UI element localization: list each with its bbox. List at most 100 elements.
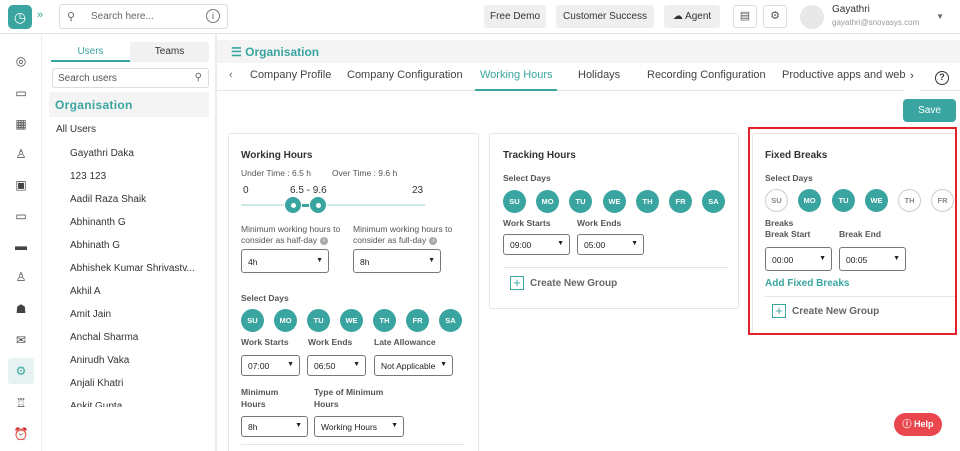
list-item[interactable]: Gayathri Daka [70,148,210,171]
global-search-input[interactable]: ⚲ Search here... i [59,4,228,29]
list-item[interactable]: Ankit Gupta [70,401,210,407]
under-time-label: Under Time : 6.5 h [241,168,311,178]
chevron-down-icon: ▼ [557,240,564,247]
day-toggle-sa[interactable]: SA [439,309,462,332]
full-day-select[interactable]: 8h ▼ [353,249,441,273]
menu-icon[interactable]: ☰ [231,45,242,59]
day-toggle-mo[interactable]: MO [536,190,559,213]
user-list: Gayathri Daka 123 123 Aadil Raza Shaik A… [70,148,210,407]
day-toggle-we[interactable]: WE [603,190,626,213]
day-toggle-mo[interactable]: MO [274,309,297,332]
day-toggle-tu[interactable]: TU [307,309,330,332]
customer-success-button[interactable]: Customer Success [556,5,654,28]
list-item[interactable]: Abhinanth G [70,217,210,240]
user-profile-menu[interactable]: Gayathri gayathri@snovasys.com ▼ [796,2,954,32]
half-day-value: 4h [248,257,258,267]
alarm-icon[interactable]: ⏰ [11,424,31,444]
work-starts-select[interactable]: 07:00 ▼ [241,355,300,376]
page-title-text: Organisation [245,45,320,59]
expand-sidebar-icon[interactable]: » [37,9,43,21]
briefcase-icon[interactable]: ▣ [11,175,31,195]
tab-recording-configuration[interactable]: Recording Configuration [647,69,766,81]
hours-slider-track[interactable] [241,204,425,206]
chevron-left-icon[interactable]: ‹ [229,69,233,81]
tab-holidays[interactable]: Holidays [578,69,620,81]
list-item[interactable]: Anchal Sharma [70,332,210,355]
type-minimum-hours-select[interactable]: Working Hours ▼ [314,416,404,437]
list-item[interactable]: Amit Jain [70,309,210,332]
day-toggle-th[interactable]: TH [373,309,396,332]
all-users-label[interactable]: All Users [56,124,96,135]
tab-working-hours[interactable]: Working Hours [480,69,553,81]
slider-handle-high[interactable] [308,196,327,214]
divider [503,267,729,268]
user-icon[interactable]: ♙ [11,144,31,164]
day-toggle-su[interactable]: SU [503,190,526,213]
mail-icon[interactable]: ✉ [11,330,31,350]
day-toggle-sa[interactable]: SA [702,190,725,213]
day-toggle-fr[interactable]: FR [406,309,429,332]
user-search-input[interactable]: Search users ⚲ [52,68,209,88]
card-icon[interactable]: ▬ [11,236,31,256]
minimum-hours-select[interactable]: 8h ▼ [241,416,308,437]
agent-button[interactable]: ☁ Agent [664,5,720,28]
create-new-group-link[interactable]: Create New Group [530,278,617,289]
top-bar: ◷ » ⚲ Search here... i Free Demo Custome… [0,0,960,34]
tracking-end-select[interactable]: 05:00 ▼ [577,234,644,255]
day-toggle-th[interactable]: TH [636,190,659,213]
info-icon[interactable]: i [206,9,220,23]
page-title: ☰ Organisation [231,45,319,59]
list-item[interactable]: Abhinath G [70,240,210,263]
day-toggle-tu[interactable]: TU [569,190,592,213]
slider-handle-low[interactable] [284,196,302,214]
select-days-label: Select Days [503,173,551,183]
app-logo-icon[interactable]: ◷ [8,5,32,29]
timesheet-icon[interactable]: ▭ [11,83,31,103]
free-demo-button[interactable]: Free Demo [484,5,546,28]
tab-company-configuration[interactable]: Company Configuration [347,69,463,81]
calendar-icon[interactable]: ▦ [11,114,31,134]
monitor-icon[interactable]: ▭ [11,206,31,226]
list-item[interactable]: Anirudh Vaka [70,355,210,378]
list-item[interactable]: Abhishek Kumar Shrivastv... [70,263,210,286]
full-day-label-text: Minimum working hours to consider as ful… [353,224,453,245]
late-allowance-select[interactable]: Not Applicable ▼ [374,355,453,376]
day-toggle-we[interactable]: WE [340,309,363,332]
tab-teams[interactable]: Teams [130,42,209,62]
day-toggle-su[interactable]: SU [241,309,264,332]
info-icon[interactable]: i [429,236,438,245]
team-icon[interactable]: ☗ [11,299,31,319]
list-item[interactable]: Aadil Raza Shaik [70,194,210,217]
panel-divider [215,34,217,451]
settings-icon[interactable]: ⚙ [8,358,34,384]
tracking-start-select[interactable]: 09:00 ▼ [503,234,570,255]
organisation-label: Organisation [55,98,133,112]
help-button[interactable]: ⓘ Help [894,413,942,436]
half-day-select[interactable]: 4h ▼ [241,249,329,273]
divider [241,444,464,445]
day-toggle-fr[interactable]: FR [669,190,692,213]
info-icon[interactable]: i [320,236,329,245]
document-icon[interactable]: ▤ [733,5,757,28]
dashboard-icon[interactable]: ◎ [11,51,31,71]
organisation-item[interactable]: Organisation [49,92,209,117]
settings-gear-icon[interactable]: ⚙ [763,5,787,28]
tracking-start-value: 09:00 [510,240,532,250]
users-panel: Users Teams Search users ⚲ Organisation … [43,34,215,451]
users-icon[interactable]: ♙ [11,267,31,287]
work-ends-label: Work Ends [308,337,353,347]
work-ends-select[interactable]: 06:50 ▼ [307,355,366,376]
chevron-right-icon[interactable]: › [905,63,919,91]
tab-users[interactable]: Users [51,42,130,62]
list-item[interactable]: Akhil A [70,286,210,309]
plus-icon[interactable]: + [510,276,524,290]
settings-tabs: ‹ Company Profile Company Configuration … [217,63,960,91]
save-button[interactable]: Save [903,99,956,122]
help-question-icon[interactable]: ? [935,71,949,85]
tracking-hours-title: Tracking Hours [503,150,576,161]
tab-productive-apps[interactable]: Productive apps and web [782,69,906,81]
badge-icon[interactable]: ♖ [11,393,31,413]
list-item[interactable]: Anjali Khatri [70,378,210,401]
tab-company-profile[interactable]: Company Profile [250,69,331,81]
list-item[interactable]: 123 123 [70,171,210,194]
